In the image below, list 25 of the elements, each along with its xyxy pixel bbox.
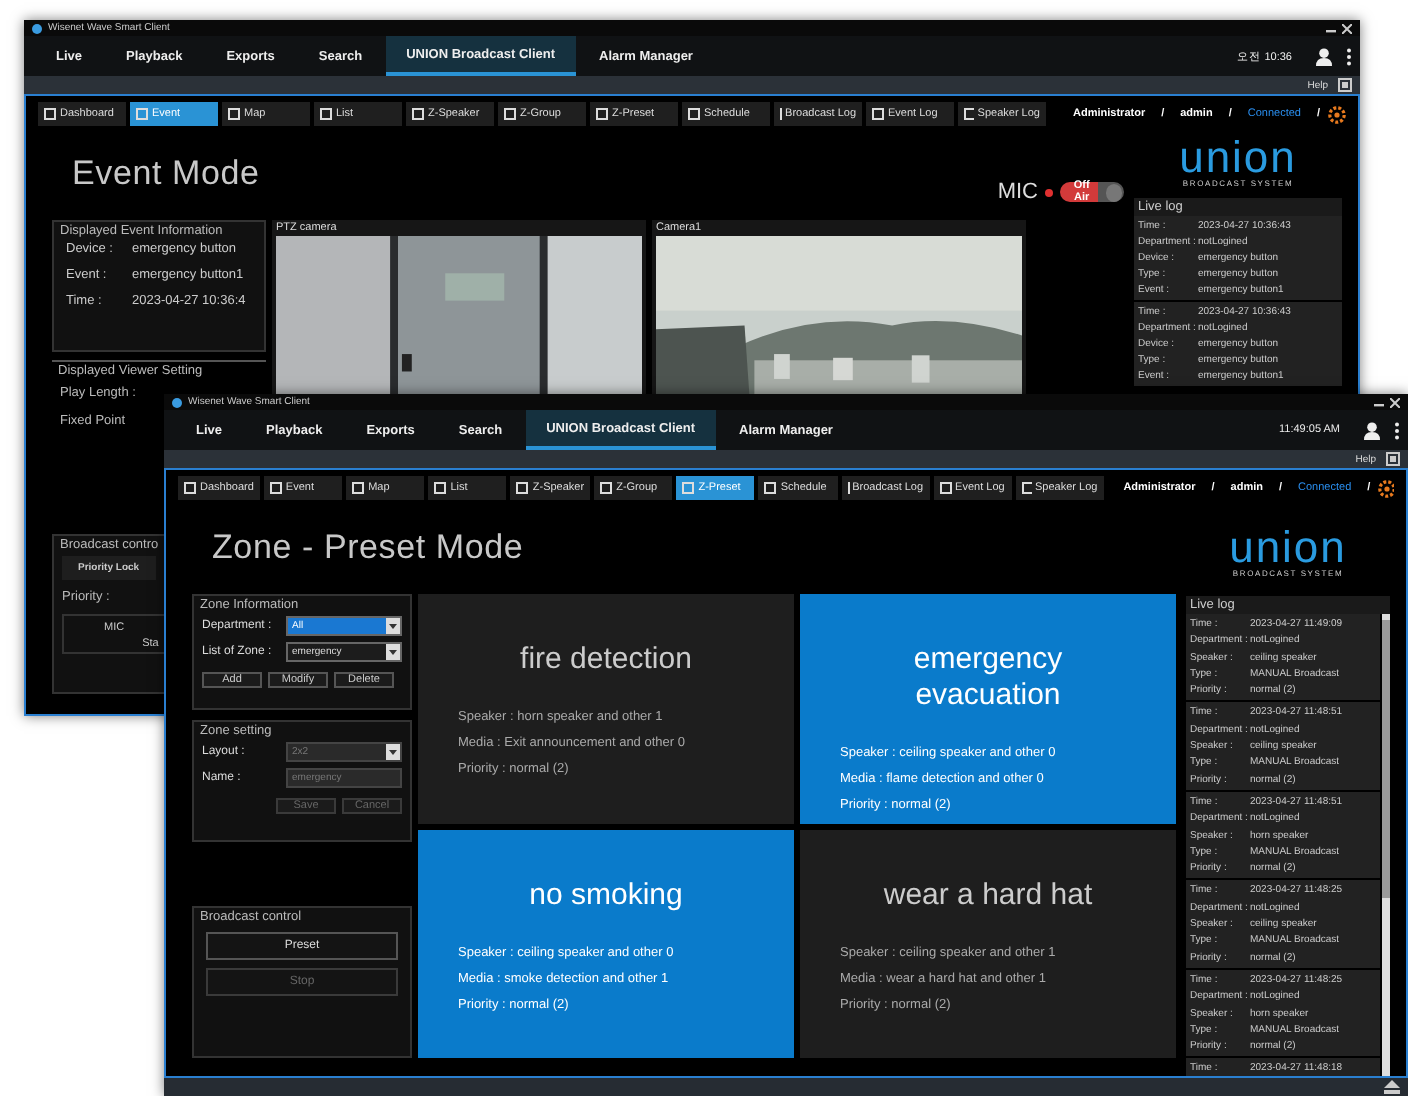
user-icon[interactable] — [1364, 421, 1380, 439]
status-dot-icon — [1044, 187, 1054, 197]
page-heading: Event Mode — [72, 154, 260, 194]
menu-icon[interactable] — [1394, 421, 1400, 439]
user-icon[interactable] — [1316, 47, 1332, 65]
caret-icon — [386, 744, 400, 760]
scrollbar[interactable] — [1382, 614, 1390, 1076]
close-icon[interactable] — [1390, 397, 1400, 407]
page-heading: Zone - Preset Mode — [212, 528, 524, 568]
eject-icon[interactable] — [1384, 1080, 1400, 1094]
gear-icon[interactable] — [1328, 105, 1346, 123]
preset-title: emergency evacuation — [911, 642, 1065, 714]
panel-icon[interactable] — [1386, 452, 1400, 466]
caret-icon — [386, 644, 400, 660]
app-icon — [172, 397, 182, 407]
preset-title: fire detection — [518, 642, 694, 678]
mic-label: MIC — [997, 180, 1038, 204]
menu-icon[interactable] — [1346, 47, 1352, 65]
close-icon[interactable] — [1342, 23, 1352, 33]
panel-icon[interactable] — [1338, 78, 1352, 92]
caret-icon — [386, 618, 400, 634]
preset-title: no smoking — [527, 877, 685, 913]
gear-icon[interactable] — [1378, 479, 1395, 497]
app-icon — [32, 23, 42, 33]
preset-title: wear a hard hat — [881, 877, 1095, 913]
